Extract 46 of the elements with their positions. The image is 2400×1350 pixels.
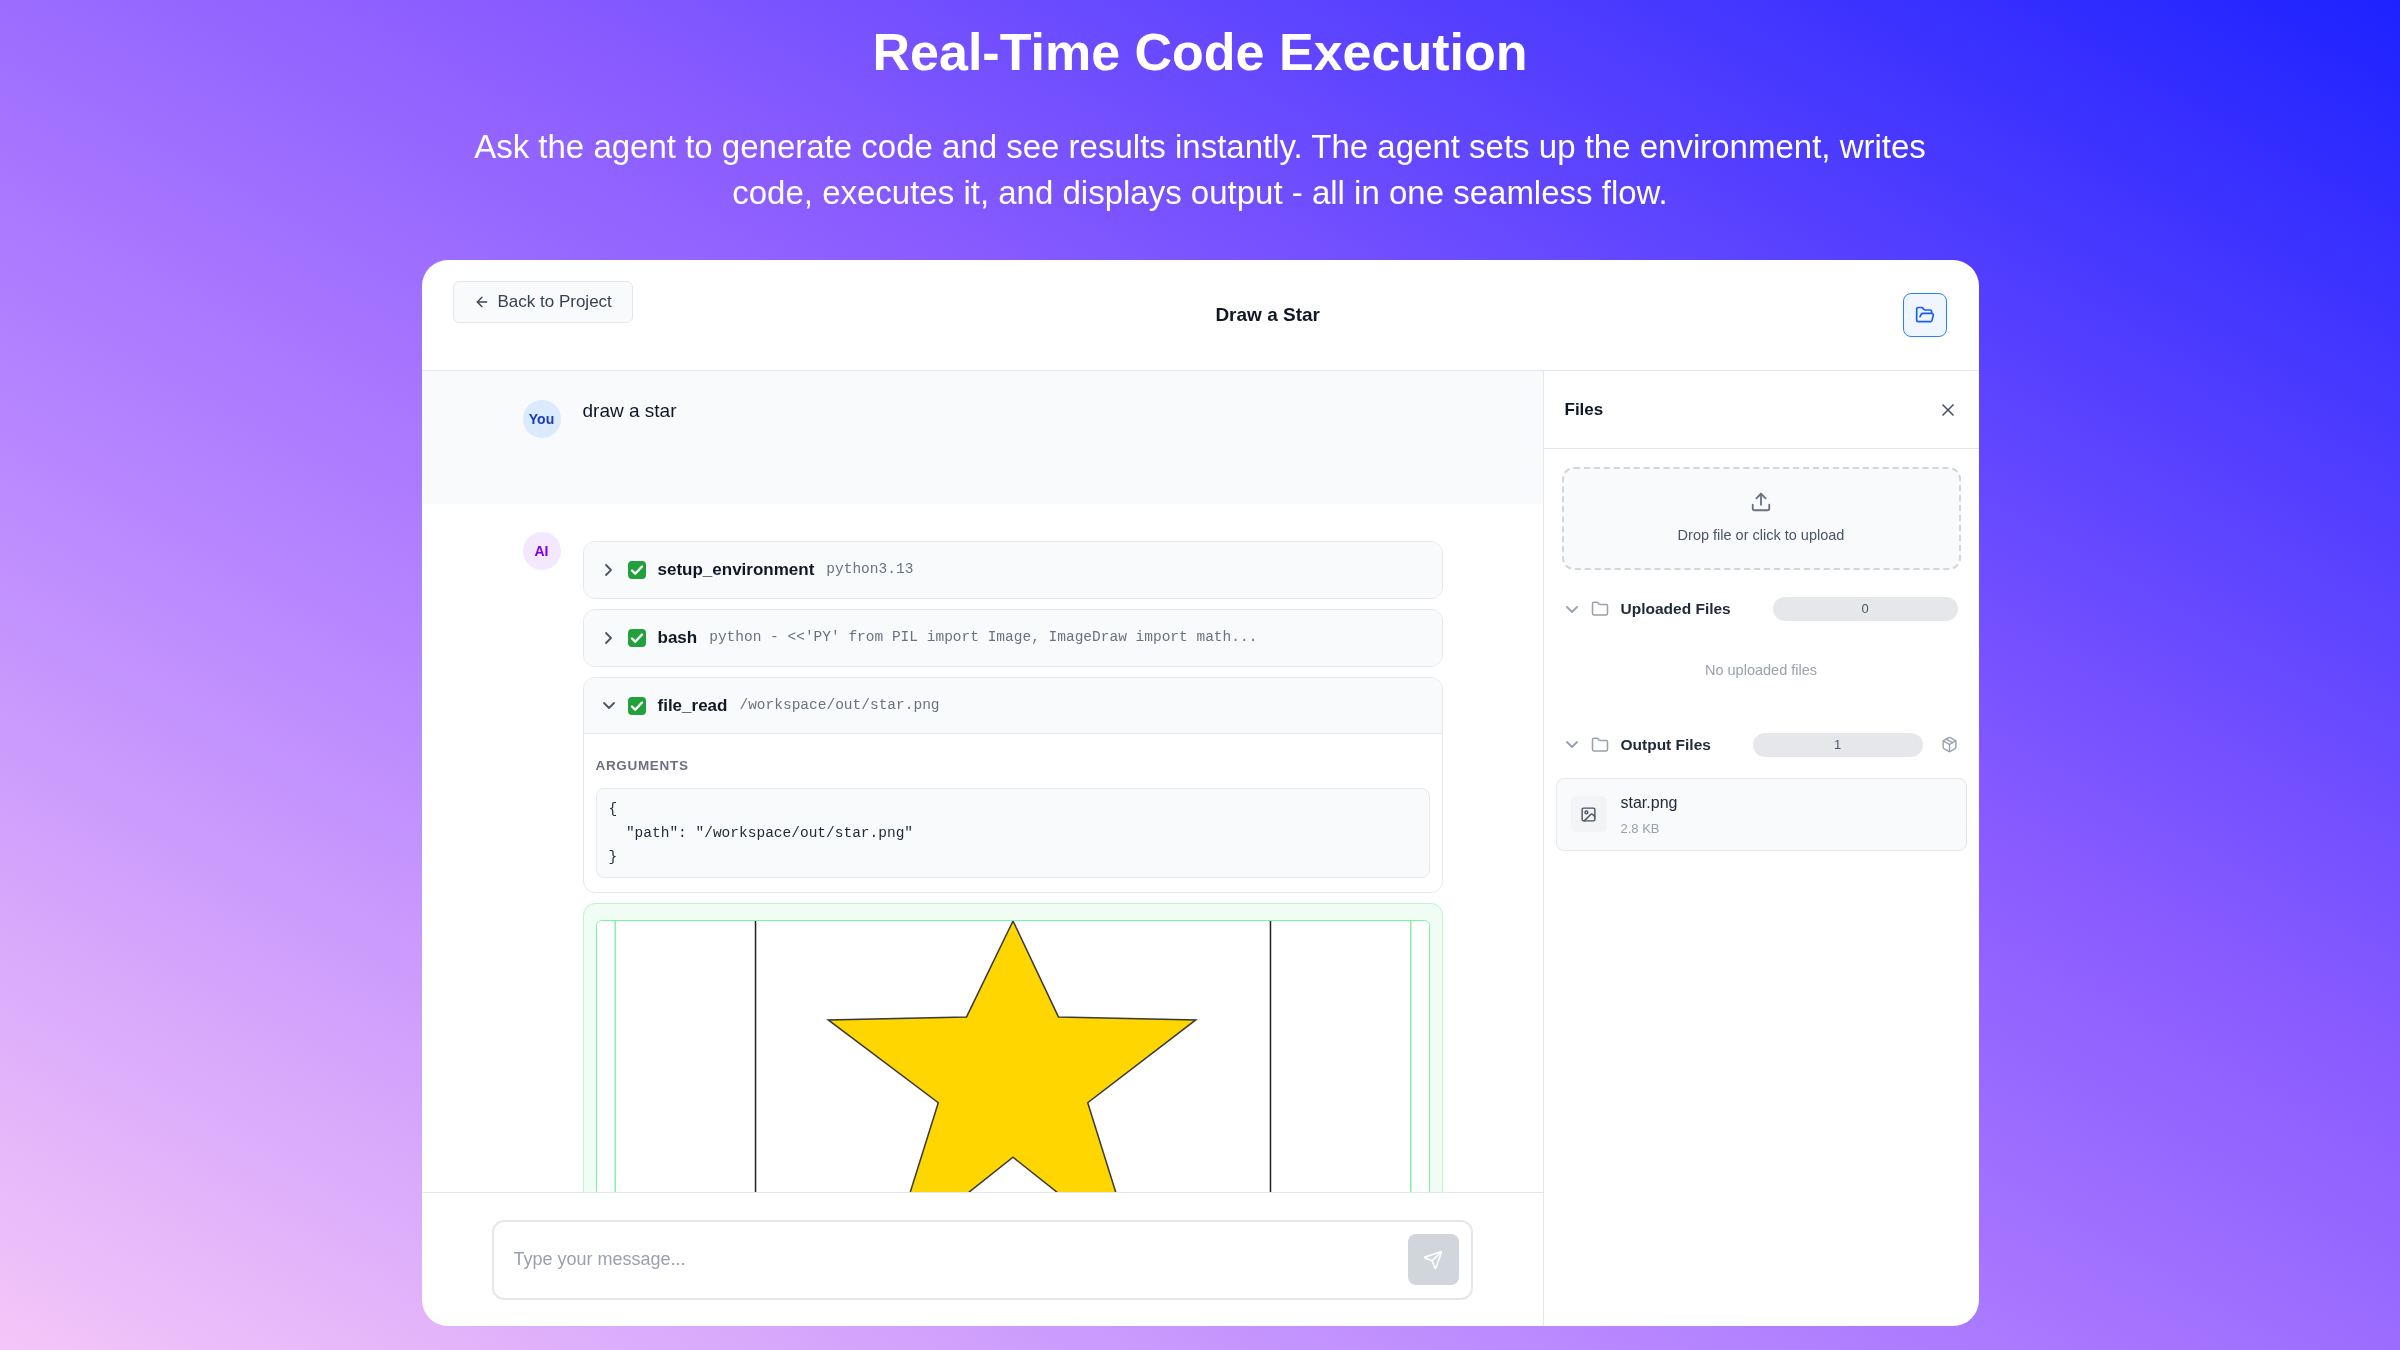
ai-avatar: AI	[522, 532, 561, 570]
message-input[interactable]: Type your message...	[491, 1219, 1473, 1300]
message-field[interactable]: Type your message...	[513, 1246, 1408, 1273]
section-header[interactable]: Uploaded Files 0	[1555, 584, 1967, 634]
arguments-label: ARGUMENTS	[595, 757, 690, 775]
chevron-right-icon	[605, 564, 612, 576]
tool-summary: /workspace/out/star.png	[739, 695, 940, 715]
package-icon[interactable]	[1940, 736, 1958, 754]
tool-name: file_read	[657, 694, 728, 717]
image-file-icon	[1580, 805, 1597, 823]
section-title: Uploaded Files	[1620, 599, 1731, 620]
tool-call-header[interactable]: file_read /workspace/out/star.png	[583, 678, 1442, 734]
hero-subtitle: Ask the agent to generate code and see results instantly. The agent sets up the environment, writes code, executes it, and displays output - all in one seamless flow.	[473, 127, 1927, 213]
upload-dropzone[interactable]: Drop file or click to upload	[1561, 467, 1961, 570]
chevron-right-icon	[605, 632, 612, 644]
tool-name: bash	[657, 627, 698, 650]
chat-title: Draw a Star	[1214, 302, 1321, 327]
back-button[interactable]: Back to Project	[452, 281, 633, 323]
tool-call-header[interactable]: setup_environment python3.13	[583, 542, 1442, 598]
section-title: Output Files	[1620, 735, 1711, 756]
tool-summary: python - <<'PY' from PIL import Image, ImageDraw import math...	[709, 628, 1258, 648]
file-size: 2.8 KB	[1620, 819, 1661, 838]
arguments-code: { "path": "/workspace/out/star.png" }	[595, 788, 1430, 879]
file-item[interactable]: star.png 2.8 KB	[1555, 777, 1967, 851]
count-badge: 1	[1752, 732, 1923, 757]
folder-button[interactable]	[1902, 293, 1947, 337]
upload-text: Drop file or click to upload	[1677, 525, 1845, 545]
chevron-down-icon	[1565, 741, 1578, 749]
panel-title: Files	[1564, 398, 1604, 421]
folder-icon	[1590, 735, 1609, 754]
chevron-down-icon	[1565, 605, 1578, 613]
count-badge: 0	[1772, 597, 1958, 621]
tool-summary: python3.13	[826, 560, 914, 580]
message-text: draw a star	[582, 399, 677, 423]
file-name: star.png	[1620, 792, 1678, 813]
upload-icon	[1750, 490, 1772, 513]
section-header[interactable]: Output Files 1	[1555, 719, 1967, 770]
tool-call-header[interactable]: bash python - <<'PY' from PIL import Image, ImageDraw import math...	[583, 610, 1442, 666]
tool-name: setup_environment	[657, 559, 815, 582]
empty-text: No uploaded files	[1703, 661, 1819, 680]
folder-icon	[1590, 600, 1609, 618]
hero-title: Real-Time Code Execution	[872, 22, 1528, 82]
send-icon	[1423, 1249, 1443, 1270]
chevron-down-icon	[602, 702, 615, 709]
folder-icon	[1914, 305, 1935, 325]
user-avatar: You	[522, 400, 561, 438]
